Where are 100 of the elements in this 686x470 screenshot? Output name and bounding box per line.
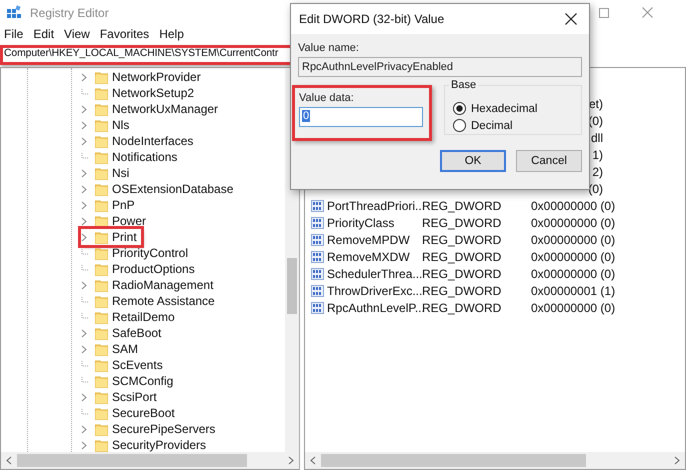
folder-icon bbox=[95, 118, 108, 132]
folder-icon bbox=[95, 214, 108, 228]
value-type: REG_DWORD bbox=[422, 232, 502, 246]
chevron-icon[interactable] bbox=[81, 232, 87, 242]
tree-item-label: ScsiPort bbox=[112, 390, 157, 404]
tree-item[interactable]: SecurityProviders bbox=[95, 437, 210, 452]
tree-item[interactable]: SecureBoot bbox=[95, 405, 179, 421]
chevron-icon[interactable] bbox=[81, 72, 87, 82]
value-name[interactable]: PriorityClass bbox=[327, 216, 394, 230]
chevron-icon[interactable] bbox=[81, 200, 87, 210]
folder-icon bbox=[95, 310, 108, 324]
tree-item[interactable]: ProductOptions bbox=[95, 261, 199, 277]
tree-item-label: RetailDemo bbox=[112, 310, 175, 324]
chevron-icon[interactable] bbox=[81, 216, 87, 226]
tree-item[interactable]: NodeInterfaces bbox=[95, 133, 198, 149]
chevron-icon[interactable] bbox=[81, 440, 87, 450]
horizontal-scrollbar[interactable] bbox=[305, 452, 685, 469]
value-name[interactable]: ThrowDriverExc... bbox=[327, 284, 422, 298]
folder-icon bbox=[95, 390, 108, 404]
tree-item[interactable]: NetworkSetup2 bbox=[95, 85, 198, 101]
tree-item[interactable]: Print bbox=[81, 229, 141, 245]
binary-value-icon bbox=[311, 284, 324, 296]
horizontal-scrollbar[interactable] bbox=[1, 452, 299, 469]
folder-icon bbox=[95, 422, 108, 436]
folder-icon bbox=[95, 70, 108, 84]
field-label: Value name: bbox=[298, 42, 360, 56]
tree-item-label: ScEvents bbox=[112, 358, 163, 372]
tree-item-label: NetworkProvider bbox=[112, 70, 201, 84]
value-type: REG_DWORD bbox=[422, 198, 502, 212]
maximize-icon[interactable] bbox=[599, 8, 609, 18]
tree-item-label: OSExtensionDatabase bbox=[112, 182, 234, 196]
close-icon[interactable] bbox=[565, 13, 577, 25]
value-data: 0x00000000 (0) bbox=[531, 216, 616, 230]
value-data: 0x00000001 (1) bbox=[531, 284, 616, 298]
chevron-icon[interactable] bbox=[81, 168, 87, 178]
radio-option[interactable]: Decimal bbox=[453, 117, 581, 134]
ok-button[interactable]: OK bbox=[440, 150, 506, 172]
chevron-icon[interactable] bbox=[81, 344, 87, 354]
binary-value-icon bbox=[311, 200, 324, 212]
chevron-icon[interactable] bbox=[81, 184, 87, 194]
chevron-icon[interactable] bbox=[81, 280, 87, 290]
tree-item[interactable]: Nsi bbox=[95, 165, 134, 181]
value-name[interactable]: SchedulerThrea... bbox=[327, 266, 422, 280]
menu-item[interactable]: Help bbox=[159, 27, 184, 41]
tree-item[interactable]: ScEvents bbox=[95, 357, 167, 373]
tree-item[interactable]: Notifications bbox=[95, 149, 182, 165]
value-data-field[interactable]: 0 bbox=[299, 107, 423, 127]
tree-item[interactable]: SafeBoot bbox=[95, 325, 166, 341]
tree-item[interactable]: SAM bbox=[95, 341, 142, 357]
value-type: REG_DWORD bbox=[422, 300, 502, 314]
value-name[interactable]: RemoveMPDW bbox=[327, 232, 410, 246]
folder-icon bbox=[95, 230, 108, 244]
tree-item[interactable]: RadioManagement bbox=[95, 277, 218, 293]
radio-selected-icon[interactable] bbox=[453, 102, 466, 115]
scroll-right-icon[interactable] bbox=[288, 456, 294, 465]
menu-item[interactable]: Favorites bbox=[100, 27, 150, 41]
radio-icon[interactable] bbox=[453, 119, 466, 132]
value-data: 0x00000000 (0) bbox=[531, 266, 616, 280]
tree-item[interactable]: ScsiPort bbox=[95, 389, 161, 405]
tree-item[interactable]: Remote Assistance bbox=[95, 293, 219, 309]
tree-item-label: SecureBoot bbox=[112, 406, 175, 420]
tree-item[interactable]: RetailDemo bbox=[95, 309, 179, 325]
chevron-icon[interactable] bbox=[81, 328, 87, 338]
menu-item[interactable]: View bbox=[64, 27, 90, 41]
tree-item[interactable]: PriorityControl bbox=[95, 245, 192, 261]
chevron-icon[interactable] bbox=[81, 120, 87, 130]
tree-item[interactable]: SCMConfig bbox=[95, 373, 178, 389]
tree-item[interactable]: PnP bbox=[95, 197, 139, 213]
tree-item[interactable]: SecurePipeServers bbox=[95, 421, 220, 437]
folder-icon bbox=[95, 358, 108, 372]
scroll-right-icon[interactable] bbox=[674, 456, 680, 465]
value-name-field: RpcAuthnLevelPrivacyEnabled bbox=[298, 57, 582, 77]
scroll-left-icon[interactable] bbox=[6, 456, 12, 465]
menu-item[interactable]: File bbox=[4, 27, 24, 41]
folder-icon bbox=[95, 278, 108, 292]
folder-icon bbox=[95, 438, 108, 452]
window-title: Registry Editor bbox=[30, 6, 109, 20]
chevron-icon[interactable] bbox=[81, 424, 87, 434]
radio-option[interactable]: Hexadecimal bbox=[453, 100, 581, 117]
tree-item[interactable]: Nls bbox=[95, 117, 134, 133]
tree-item[interactable]: NetworkProvider bbox=[95, 69, 205, 85]
menu-item[interactable]: Edit bbox=[33, 27, 54, 41]
chevron-icon[interactable] bbox=[81, 136, 87, 146]
value-data: 1) bbox=[592, 148, 603, 162]
folder-icon bbox=[95, 182, 108, 196]
tree-item-label: SCMConfig bbox=[112, 374, 174, 388]
folder-icon bbox=[95, 102, 108, 116]
tree-item[interactable]: NetworkUxManager bbox=[95, 101, 222, 117]
tree-item[interactable]: OSExtensionDatabase bbox=[95, 181, 238, 197]
cancel-button[interactable]: Cancel bbox=[516, 150, 582, 172]
chevron-icon[interactable] bbox=[81, 392, 87, 402]
scroll-left-icon[interactable] bbox=[310, 456, 316, 465]
value-data: 0x00000000 (0) bbox=[531, 198, 616, 212]
tree-item-label: Nls bbox=[112, 118, 130, 132]
tree-item-label: SAM bbox=[112, 342, 138, 356]
tree-item-label: RadioManagement bbox=[112, 278, 214, 292]
tree-item-label: Power bbox=[112, 214, 146, 228]
value-name[interactable]: RemoveMXDW bbox=[327, 250, 410, 264]
chevron-icon[interactable] bbox=[81, 104, 87, 114]
tree-item[interactable]: Power bbox=[95, 213, 150, 229]
